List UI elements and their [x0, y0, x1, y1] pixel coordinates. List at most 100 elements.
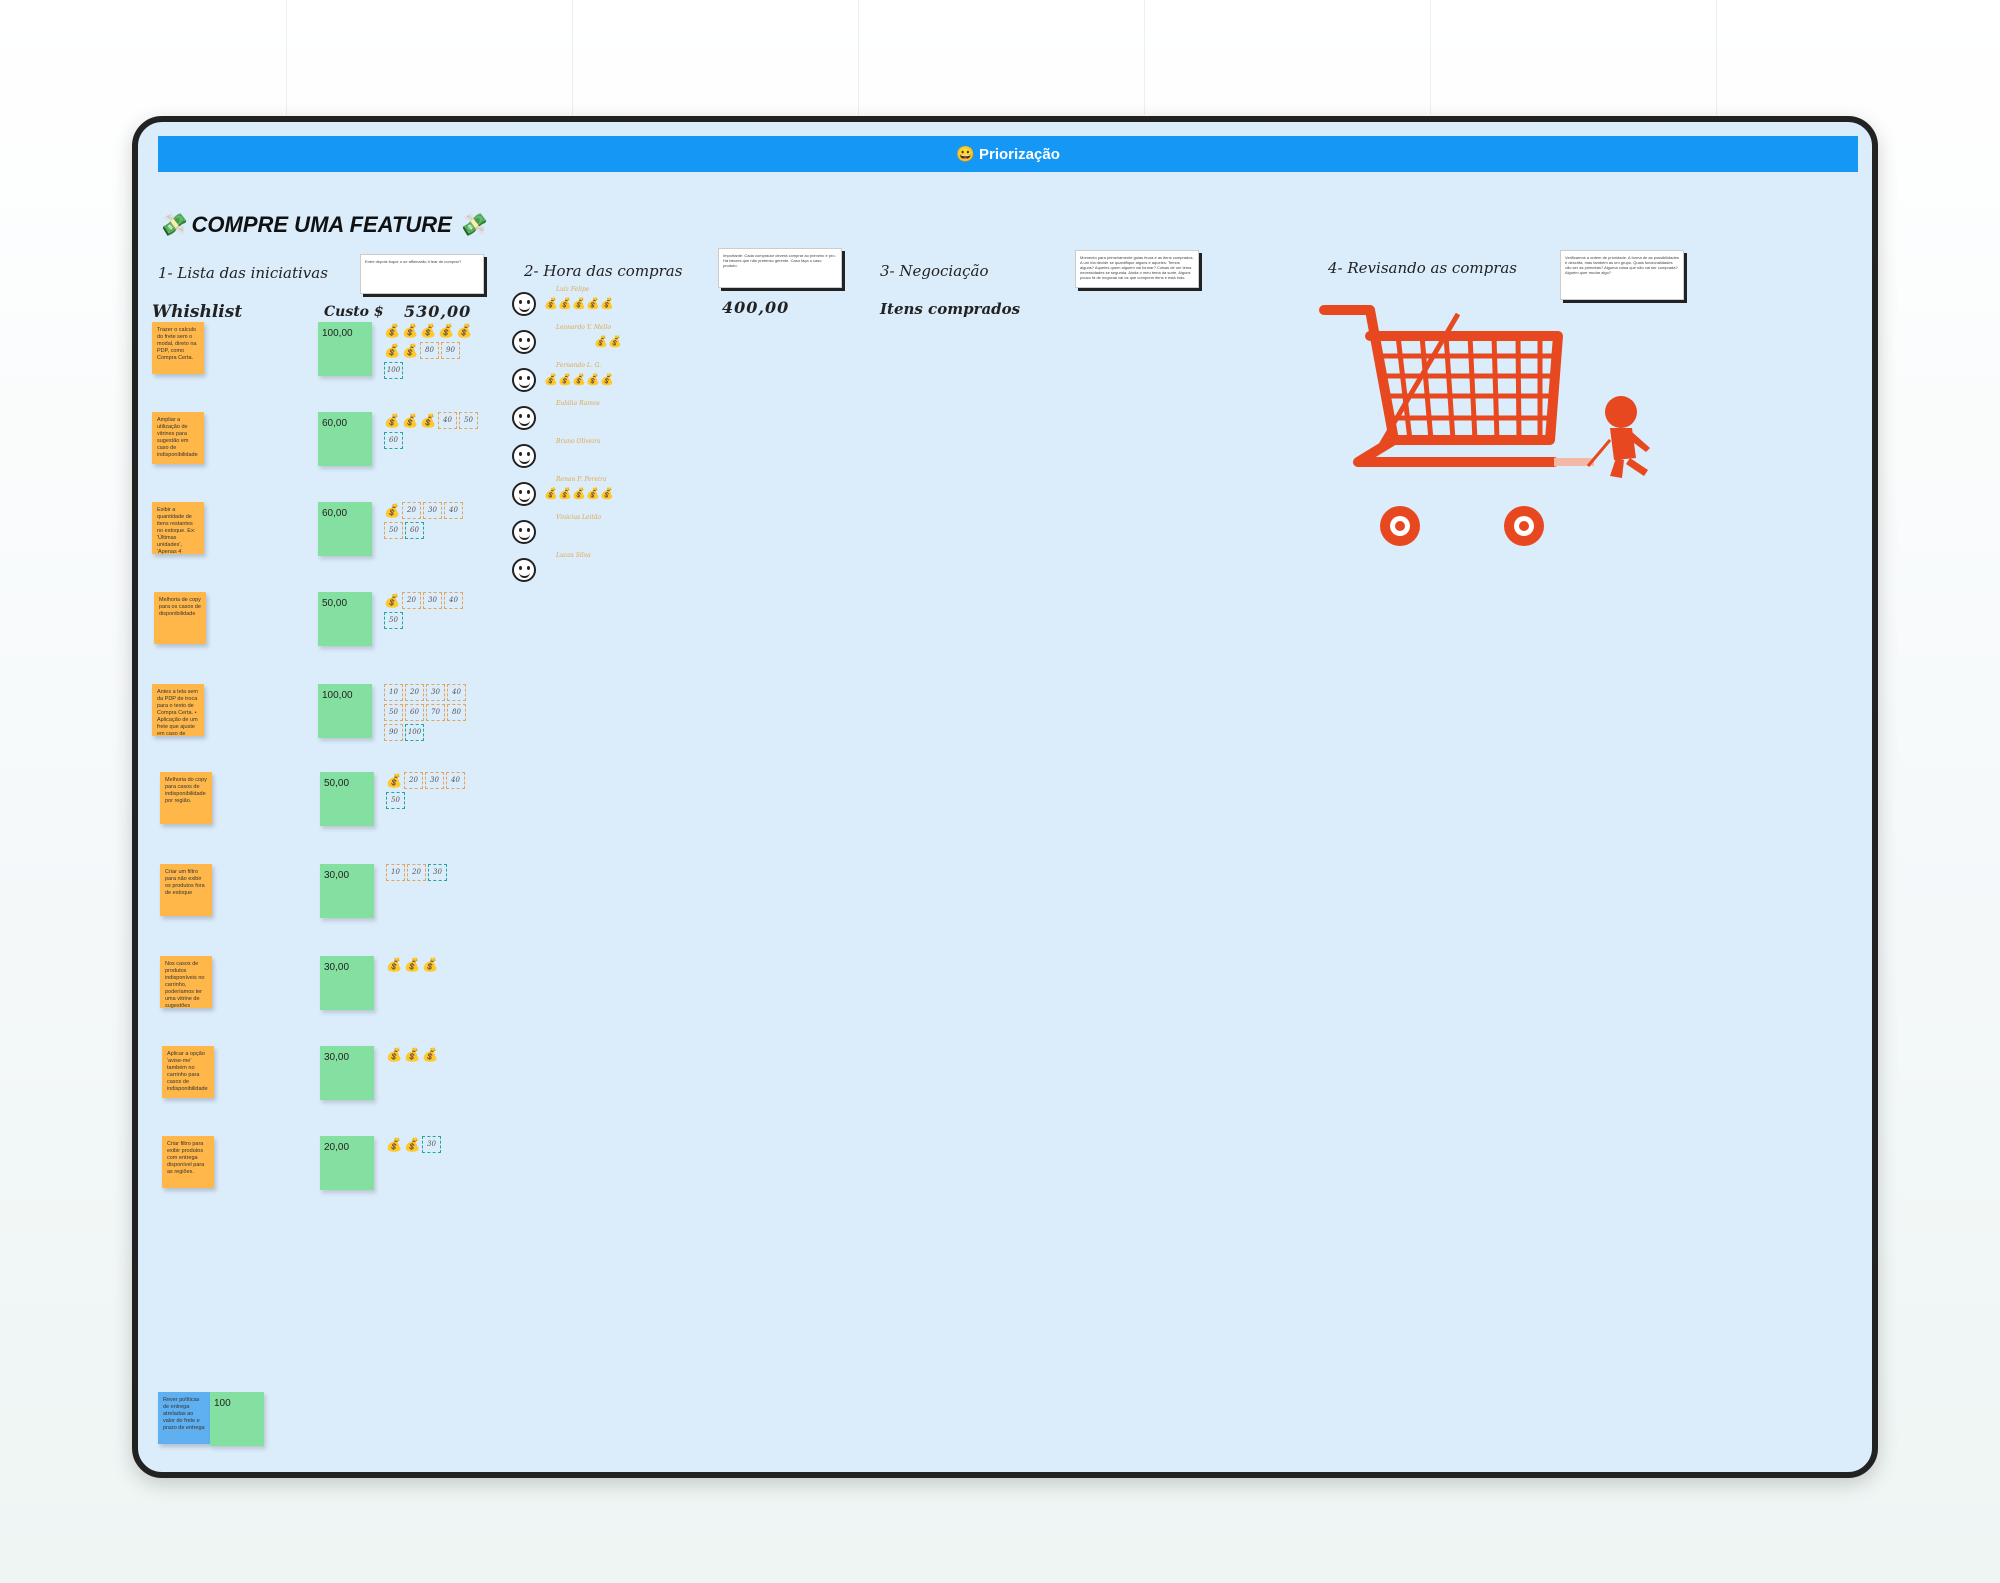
money-bag-icon[interactable]: 💰 [608, 334, 622, 351]
price-chip[interactable]: 90 [384, 724, 403, 741]
wishlist-item-cost[interactable]: 50,00 [320, 772, 374, 826]
money-bag-icon[interactable]: 💰 [544, 486, 558, 503]
wishlist-item-sticky[interactable]: Exibir a quantidade de itens restantes n… [152, 502, 204, 554]
money-bag-icon[interactable]: 💰 [422, 956, 439, 973]
wishlist-item-sticky[interactable]: Trazer o calculo do frete sem o modal, d… [152, 322, 204, 374]
money-bag-icon[interactable]: 💰 [572, 296, 586, 313]
step4-instruction-note[interactable]: Verificamos a ordem de prioridade. A for… [1560, 250, 1684, 300]
price-chip[interactable]: 50 [386, 792, 405, 809]
money-bag-icon[interactable]: 💰 [384, 412, 401, 429]
money-bag-icon[interactable]: 💰 [438, 322, 455, 339]
money-bag-icon[interactable]: 💰 [456, 322, 473, 339]
wishlist-item-cost[interactable]: 20,00 [320, 1136, 374, 1190]
price-chip[interactable]: 50 [384, 612, 403, 629]
money-bag-icon[interactable]: 💰 [544, 296, 558, 313]
wishlist-item-cost[interactable]: 30,00 [320, 1046, 374, 1100]
price-chip[interactable]: 10 [386, 864, 405, 881]
money-bag-icon[interactable]: 💰 [600, 372, 614, 389]
money-bag-icon[interactable]: 💰 [558, 372, 572, 389]
wishlist-item-cost[interactable]: 30,00 [320, 864, 374, 918]
price-chip[interactable]: 50 [459, 412, 478, 429]
wishlist-item-cost[interactable]: 50,00 [318, 592, 372, 646]
price-chip[interactable]: 40 [444, 592, 463, 609]
price-chip[interactable]: 30 [423, 592, 442, 609]
money-bag-icon[interactable]: 💰 [594, 334, 608, 351]
priorizacao-frame[interactable]: 😀 Priorização 💸 COMPRE UMA FEATURE 💸 1- … [132, 116, 1878, 1478]
money-bag-icon[interactable]: 💰 [386, 956, 403, 973]
price-chip[interactable]: 30 [423, 502, 442, 519]
price-chip[interactable]: 30 [422, 1136, 441, 1153]
wishlist-item-sticky[interactable]: Nos casos de produtos indisponíveis no c… [160, 956, 212, 1008]
wishlist-item-cost[interactable]: 30,00 [320, 956, 374, 1010]
wishlist-item-sticky[interactable]: Criar filtro para exibir produtos com en… [162, 1136, 214, 1188]
money-bag-icon[interactable]: 💰 [600, 296, 614, 313]
price-chip[interactable]: 40 [446, 772, 465, 789]
price-chip[interactable]: 40 [447, 684, 466, 701]
price-chip[interactable]: 90 [441, 342, 460, 359]
wishlist-item-sticky[interactable]: Melhoria de copy para os casos de dispon… [154, 592, 206, 644]
price-chip[interactable]: 30 [428, 864, 447, 881]
money-bag-icon[interactable]: 💰 [420, 412, 437, 429]
money-bag-icon[interactable]: 💰 [586, 372, 600, 389]
wishlist-item-cost[interactable]: 100,00 [318, 684, 372, 738]
extra-item-cost[interactable]: 100 [210, 1392, 264, 1446]
price-chip[interactable]: 50 [384, 704, 403, 721]
wishlist-item-sticky[interactable]: Antes a tela sem da PDP de troca para o … [152, 684, 204, 736]
money-bag-icon[interactable]: 💰 [402, 412, 419, 429]
step2-instruction-note[interactable]: Importante: Cada comprador deverá compra… [718, 248, 842, 288]
price-chip[interactable]: 60 [405, 522, 424, 539]
money-bag-icon[interactable]: 💰 [572, 372, 586, 389]
price-chip[interactable]: 10 [384, 684, 403, 701]
price-chip[interactable]: 20 [402, 592, 421, 609]
price-chip[interactable]: 70 [426, 704, 445, 721]
money-bag-icon[interactable]: 💰 [402, 322, 419, 339]
price-chip[interactable]: 30 [426, 684, 445, 701]
money-bag-icon[interactable]: 💰 [420, 322, 437, 339]
price-chip[interactable]: 80 [447, 704, 466, 721]
money-bag-icon[interactable]: 💰 [558, 296, 572, 313]
wishlist-item-sticky[interactable]: Criar um filtro para não exibir os produ… [160, 864, 212, 916]
money-bag-icon[interactable]: 💰 [404, 1046, 421, 1063]
money-bag-icon[interactable]: 💰 [386, 1136, 403, 1153]
money-bag-icon[interactable]: 💰 [422, 1046, 439, 1063]
price-chip[interactable]: 20 [405, 684, 424, 701]
price-chip[interactable]: 40 [444, 502, 463, 519]
price-chip[interactable]: 80 [420, 342, 439, 359]
frame-title-bar[interactable]: 😀 Priorização [158, 136, 1858, 172]
price-chip[interactable]: 60 [384, 432, 403, 449]
money-bag-icon[interactable]: 💰 [384, 592, 401, 609]
money-bag-icon[interactable]: 💰 [402, 342, 419, 359]
wishlist-item-sticky[interactable]: Ampliar a utilização de vitrines para su… [152, 412, 204, 464]
money-bag-icon[interactable]: 💰 [384, 322, 401, 339]
money-bag-icon[interactable]: 💰 [572, 486, 586, 503]
money-bag-icon[interactable]: 💰 [386, 1046, 403, 1063]
wishlist-item-cost[interactable]: 60,00 [318, 502, 372, 556]
step1-instruction-note[interactable]: Entre depois foque o ue affirmarão ti fe… [360, 254, 484, 294]
money-bag-icon[interactable]: 💰 [386, 772, 403, 789]
purchase-tokens: 💰 20 30 40 50 [384, 592, 480, 629]
price-chip[interactable]: 20 [402, 502, 421, 519]
money-bag-icon[interactable]: 💰 [384, 502, 401, 519]
money-bag-icon[interactable]: 💰 [586, 296, 600, 313]
step3-instruction-note[interactable]: Momento para primeiramente guias feura e… [1075, 250, 1199, 288]
price-chip[interactable]: 20 [407, 864, 426, 881]
wishlist-item-sticky[interactable]: Melhoria do copy para casos de indisponi… [160, 772, 212, 824]
wishlist-item-sticky[interactable]: Aplicar a opção 'avise-me' também no car… [162, 1046, 214, 1098]
price-chip[interactable]: 40 [438, 412, 457, 429]
wishlist-item-cost[interactable]: 60,00 [318, 412, 372, 466]
price-chip[interactable]: 20 [404, 772, 423, 789]
money-bag-icon[interactable]: 💰 [600, 486, 614, 503]
money-bag-icon[interactable]: 💰 [404, 956, 421, 973]
price-chip[interactable]: 100 [405, 724, 424, 741]
extra-item-sticky[interactable]: Rever políticas de entrega atreladas ao … [158, 1392, 210, 1444]
money-bag-icon[interactable]: 💰 [544, 372, 558, 389]
wishlist-item-cost[interactable]: 100,00 [318, 322, 372, 376]
price-chip[interactable]: 100 [384, 362, 403, 379]
money-bag-icon[interactable]: 💰 [558, 486, 572, 503]
price-chip[interactable]: 50 [384, 522, 403, 539]
price-chip[interactable]: 60 [405, 704, 424, 721]
money-bag-icon[interactable]: 💰 [586, 486, 600, 503]
money-bag-icon[interactable]: 💰 [384, 342, 401, 359]
money-bag-icon[interactable]: 💰 [404, 1136, 421, 1153]
price-chip[interactable]: 30 [425, 772, 444, 789]
